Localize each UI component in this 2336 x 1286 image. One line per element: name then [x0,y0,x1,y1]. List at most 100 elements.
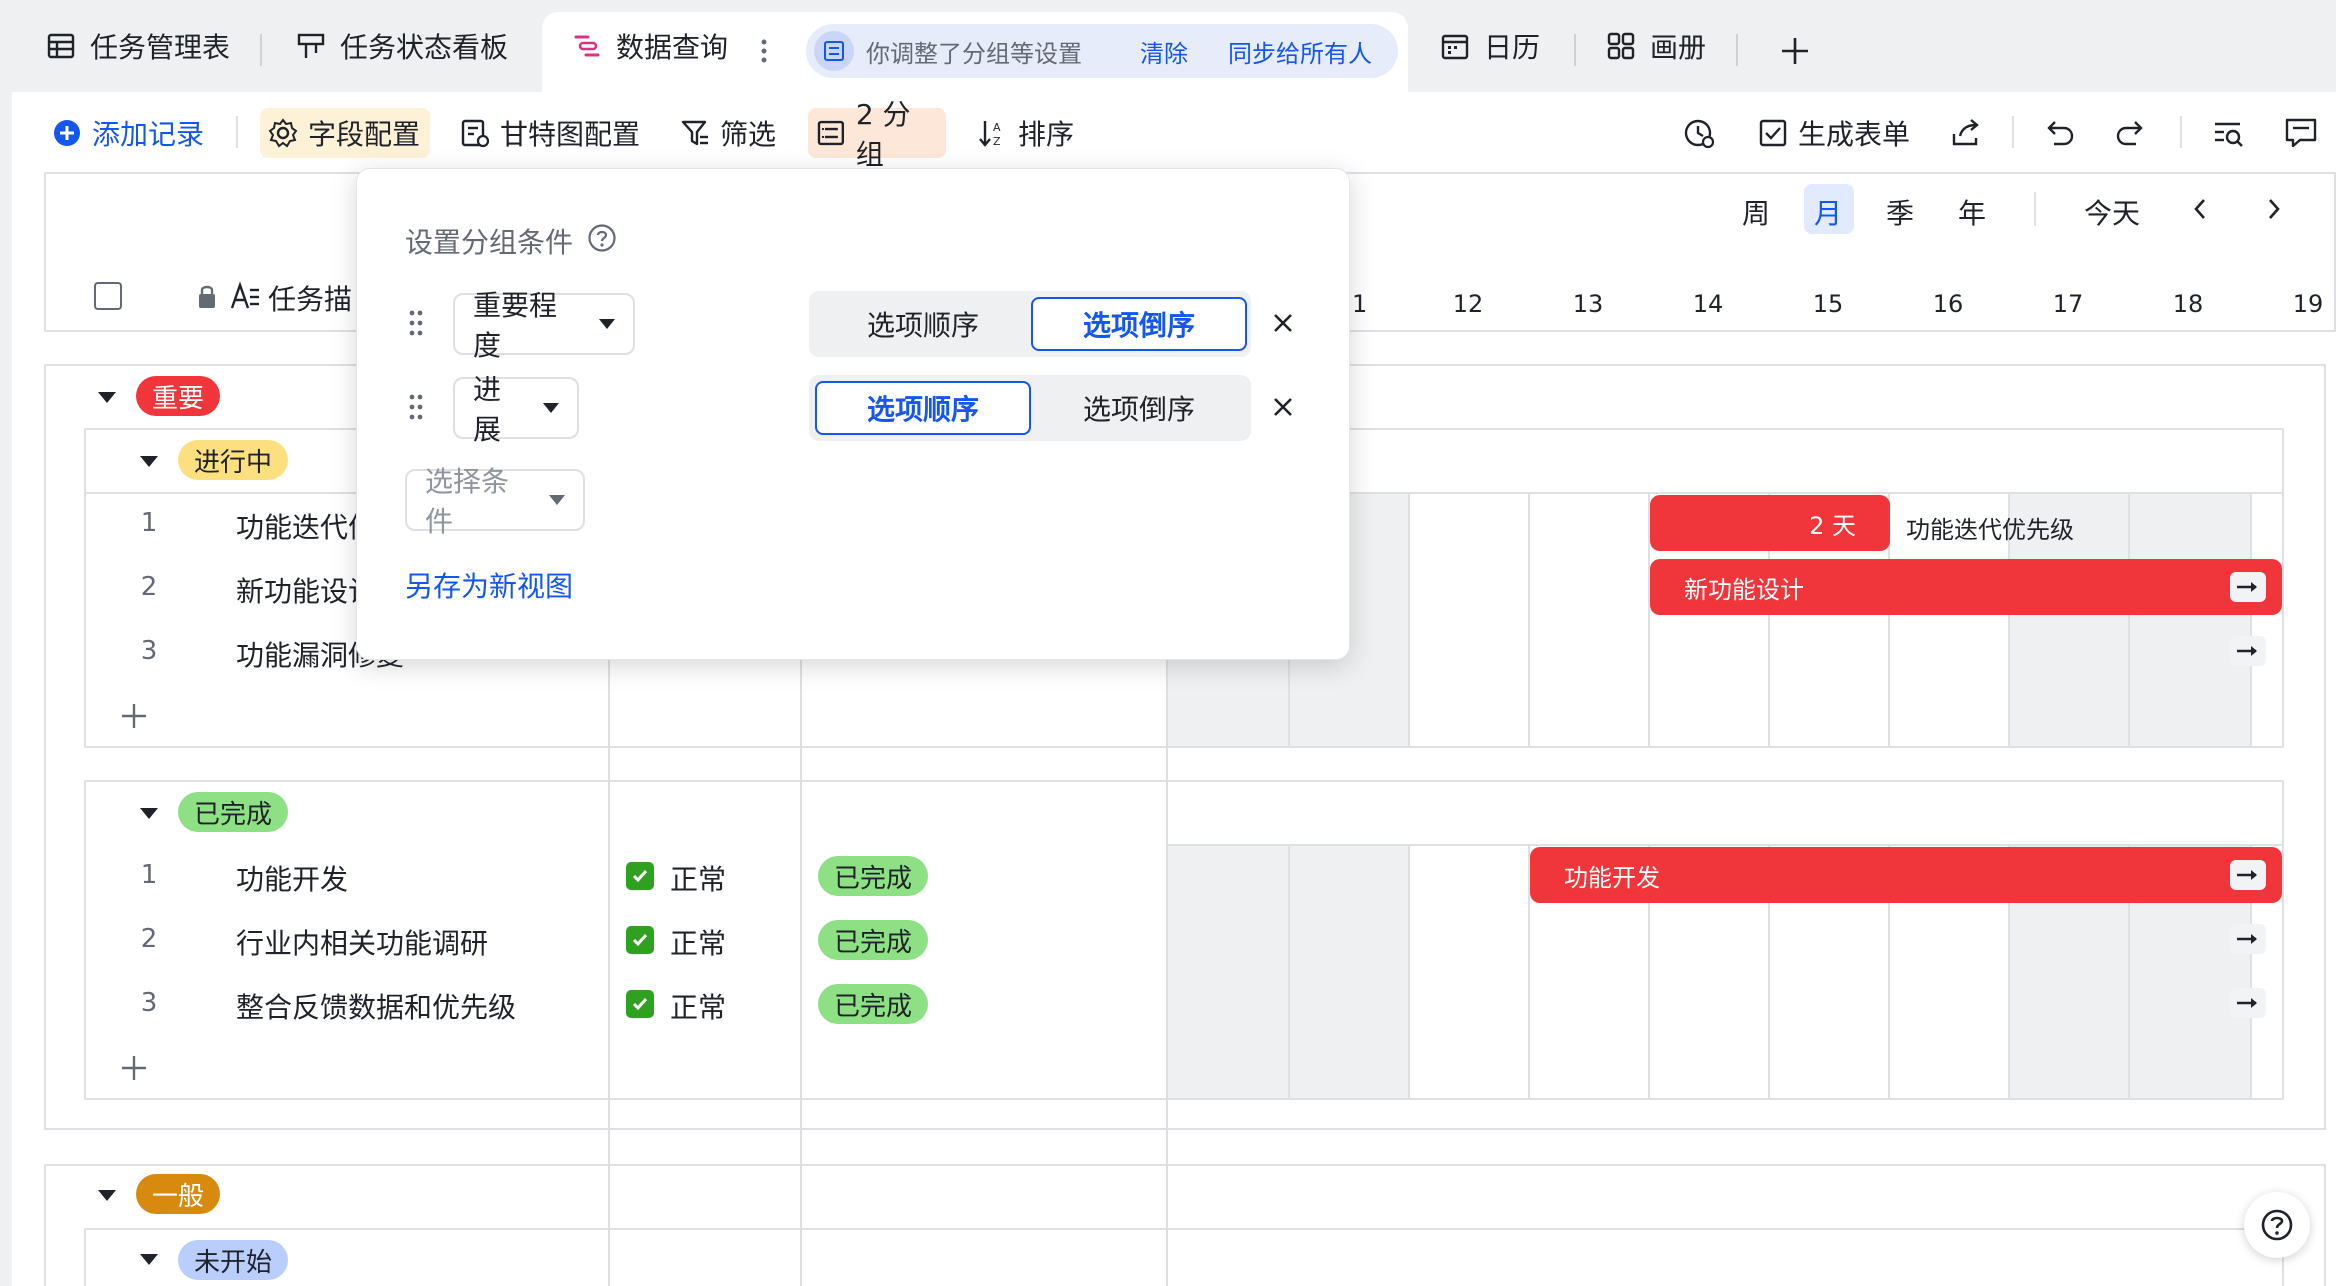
health-value[interactable]: 正常 [670,986,726,1026]
collapse-caret-icon[interactable] [140,456,158,467]
add-row-icon[interactable] [120,702,148,730]
table-icon [47,33,75,59]
help-button[interactable] [2244,1192,2310,1258]
popup-title: 设置分组条件 [405,226,574,259]
collapse-caret-icon[interactable] [140,1254,158,1265]
tab-data-query[interactable]: 数据查询 [572,0,728,92]
order-ascending-option[interactable]: 选项顺序 [815,381,1031,435]
tab-task-table[interactable]: 任务管理表 [46,0,230,92]
day-label: 15 [1812,290,1844,318]
remove-condition-icon[interactable] [1271,395,1295,419]
toolbar-divider [236,116,238,148]
tab-calendar[interactable]: 日历 [1440,0,1540,92]
status-tag[interactable]: 已完成 [818,984,929,1024]
tab-label: 画册 [1650,31,1707,64]
chevron-left-icon[interactable] [2190,196,2210,222]
group-tag-normal: 一般 [136,1174,221,1214]
scale-week[interactable]: 周 [1742,192,1770,232]
gantt-bar-label: 功能迭代优先级 [1906,516,2074,544]
column-header-task-desc[interactable]: 任务描 [268,278,352,318]
group-button[interactable]: 2 分组 [808,98,946,171]
arrow-right-icon[interactable] [2230,860,2266,890]
scale-quarter[interactable]: 季 [1886,192,1914,232]
field-config-button[interactable]: 字段配置 [260,108,430,158]
drag-handle-icon[interactable] [409,309,423,337]
health-value[interactable]: 正常 [670,858,726,898]
arrow-right-icon[interactable] [2230,572,2266,602]
status-tag[interactable]: 已完成 [818,856,929,896]
status-tag[interactable]: 已完成 [818,920,929,960]
settings-changed-notice: 你调整了分组等设置 清除 同步给所有人 [806,24,1398,78]
comment-icon[interactable] [2282,114,2320,152]
generate-form-button[interactable]: 生成表单 [1750,108,1918,158]
redo-icon[interactable] [2112,114,2150,152]
help-icon[interactable] [587,223,617,253]
collapse-caret-icon[interactable] [98,392,116,403]
day-label: 16 [1932,290,1964,318]
add-row-icon[interactable] [120,1054,148,1082]
scale-year[interactable]: 年 [1958,192,1986,232]
chevron-right-icon[interactable] [2264,196,2284,222]
order-descending-option[interactable]: 选项倒序 [1031,297,1247,351]
add-record-button[interactable]: 添加记录 [44,108,212,158]
save-as-new-view-link[interactable]: 另存为新视图 [405,565,573,605]
filter-button[interactable]: 筛选 [672,108,784,158]
arrow-right-icon[interactable] [2230,924,2266,954]
row-number: 3 [140,988,158,1018]
order-ascending-option[interactable]: 选项顺序 [815,297,1031,351]
group-field-select-1[interactable]: 重要程度 [453,289,635,362]
group-field-select-2[interactable]: 进展 [453,373,579,446]
share-icon[interactable] [1946,114,1984,152]
remove-condition-icon[interactable] [1271,311,1295,335]
task-title[interactable]: 整合反馈数据和优先级 [236,986,516,1026]
subgroup-not-started [84,1228,2284,1286]
drag-handle-icon[interactable] [409,393,423,421]
arrow-right-icon[interactable] [2230,988,2266,1018]
day-gridline [1528,494,1530,746]
add-view-icon[interactable] [1780,36,1810,66]
gantt-settings-icon [461,119,490,148]
tab-gallery[interactable]: 画册 [1606,0,1706,92]
search-records-icon[interactable] [2210,114,2248,152]
tab-status-kanban[interactable]: 任务状态看板 [296,0,508,92]
generate-form-label: 生成表单 [1798,118,1911,151]
task-title[interactable]: 功能开发 [236,858,348,898]
group-icon [817,120,845,146]
health-value[interactable]: 正常 [670,922,726,962]
sort-button[interactable]: AZ 排序 [970,108,1082,158]
add-condition-select[interactable]: 选择条件 [405,465,585,538]
group-settings-popup: 设置分组条件 重要程度 选项顺序 选项倒序 进展 选项顺序 选项倒序 选择条件 … [356,168,1350,660]
gantt-bar-3[interactable]: 功能开发 [1530,847,2282,903]
select-all-checkbox[interactable] [94,282,122,310]
gantt-config-button[interactable]: 甘特图配置 [452,108,648,158]
toolbar-divider [2012,116,2014,148]
add-circle-icon [54,120,80,146]
day-label: 12 [1452,290,1484,318]
today-button[interactable]: 今天 [2084,192,2140,232]
clear-settings-link[interactable]: 清除 [1140,34,1188,69]
task-title[interactable]: 新功能设计 [236,570,376,610]
tab-label: 数据查询 [616,31,729,64]
collapse-caret-icon[interactable] [98,1190,116,1201]
dropdown-caret-icon [599,319,615,329]
history-icon[interactable] [1680,114,1718,152]
check-icon [626,926,654,954]
collapse-caret-icon[interactable] [140,808,158,819]
subgroup-tag-done: 已完成 [178,792,289,832]
undo-icon[interactable] [2040,114,2078,152]
gantt-bar-1[interactable]: 2 天 [1650,495,1890,551]
kanban-icon [297,33,325,58]
sync-to-all-link[interactable]: 同步给所有人 [1228,34,1372,69]
day-gridline [2250,494,2252,746]
dropdown-caret-icon [549,495,565,505]
order-descending-option[interactable]: 选项倒序 [1031,381,1247,435]
sort-icon: AZ [979,121,1001,148]
notice-text: 你调整了分组等设置 [866,39,1082,68]
tab-label: 任务状态看板 [340,31,509,64]
day-label: 13 [1572,290,1604,318]
more-vertical-icon[interactable] [760,38,768,64]
gantt-bar-2[interactable]: 新功能设计 [1650,559,2282,615]
task-title[interactable]: 行业内相关功能调研 [236,922,488,962]
arrow-right-icon[interactable] [2230,636,2266,666]
scale-month[interactable]: 月 [1814,192,1842,232]
